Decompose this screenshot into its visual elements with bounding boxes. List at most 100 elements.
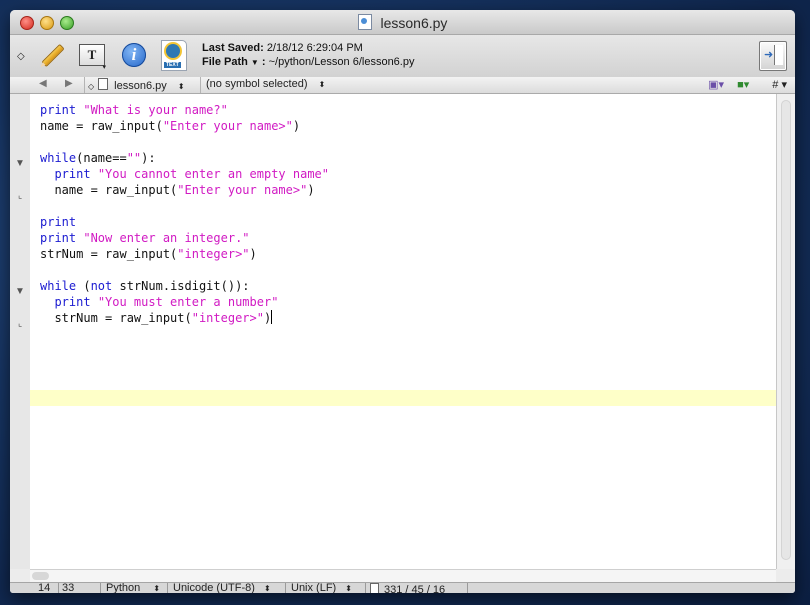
updown-arrow-icon: ⬍ <box>177 82 185 91</box>
title-bar: lesson6.py <box>10 10 795 35</box>
code-line[interactable]: name = raw_input("Enter your name>") <box>40 182 314 198</box>
vertical-scroll-thumb[interactable] <box>781 100 791 560</box>
string-token: "Enter your name>" <box>162 119 293 133</box>
encoding-label: Unicode (UTF-8) <box>173 582 255 594</box>
editor-window: lesson6.py ◇ T ▾ i Last Saved: 2/18/12 6… <box>10 10 795 593</box>
file-path-dropdown-icon[interactable]: ▼ <box>251 58 259 67</box>
last-saved-value: 2/18/12 6:29:04 PM <box>266 42 363 54</box>
back-arrow-icon[interactable]: ◀ <box>39 78 47 89</box>
text-document-icon <box>161 39 187 71</box>
document-menu-icon[interactable]: ◇ <box>17 51 25 62</box>
navigation-bar: ◀ ▶ ◇ lesson6.py ⬍ (no symbol selected) ⬍… <box>10 77 795 94</box>
code-line[interactable]: strNum = raw_input("integer>") <box>40 310 273 326</box>
string-token: "You cannot enter an empty name" <box>97 167 329 181</box>
vertical-scrollbar[interactable] <box>776 94 795 569</box>
counterpart-icon[interactable]: ■▾ <box>737 79 749 91</box>
code-editor[interactable]: print "What is your name?" name = raw_inp… <box>30 94 776 569</box>
text-cursor <box>271 310 273 324</box>
edit-pencil-button[interactable] <box>37 39 69 71</box>
line-number: 14 <box>38 582 51 594</box>
window-title: lesson6.py <box>10 14 795 31</box>
document-stats-value: 331 / 45 / 16 <box>384 584 446 594</box>
fold-open-icon[interactable]: ▼ <box>15 286 25 297</box>
code-line[interactable]: name = raw_input("Enter your name>") <box>40 118 300 134</box>
code-line[interactable]: while (not strNum.isdigit()): <box>40 278 250 294</box>
text-document-button[interactable] <box>158 39 190 71</box>
language-selector[interactable]: Python ⬍ <box>106 582 160 594</box>
string-token: "integer>" <box>191 311 264 325</box>
updown-arrow-icon: ⬍ <box>345 584 352 593</box>
updown-arrow-icon: ⬍ <box>318 80 326 89</box>
toolbar: ◇ T ▾ i Last Saved: 2/18/12 6:29:04 PM F… <box>10 35 795 78</box>
horizontal-scrollbar[interactable] <box>30 569 776 583</box>
horizontal-scroll-thumb[interactable] <box>32 572 49 580</box>
pencil-icon <box>42 44 64 66</box>
string-token: "" <box>126 151 142 165</box>
column-number: 33 <box>62 582 75 594</box>
nav-tools: ▣▾ ■▾ # ▾ <box>698 78 787 91</box>
gutter[interactable]: ▼ ⌞ ▼ ⌞ <box>10 94 31 569</box>
info-button[interactable]: i <box>118 39 150 71</box>
keyword-token: while <box>40 279 77 293</box>
encoding-selector[interactable]: Unicode (UTF-8) ⬍ <box>173 582 271 594</box>
status-divider <box>167 583 168 593</box>
string-token: "What is your name?" <box>83 103 228 117</box>
code-token: ) <box>263 311 272 325</box>
bookmark-menu-icon[interactable]: ▣▾ <box>708 79 724 91</box>
status-divider <box>285 583 286 593</box>
string-token: "Enter your name>" <box>177 183 308 197</box>
line-endings-selector[interactable]: Unix (LF) ⬍ <box>291 582 352 594</box>
file-path-label[interactable]: File Path <box>202 56 248 68</box>
fold-open-icon[interactable]: ▼ <box>15 158 25 169</box>
symbol-selector-label: (no symbol selected) <box>206 78 308 90</box>
file-selector[interactable]: ◇ lesson6.py ⬍ <box>88 78 185 92</box>
text-options-icon: T <box>79 44 105 66</box>
file-path-separator: : <box>261 56 266 68</box>
diamond-icon: ◇ <box>88 82 95 91</box>
fold-end-icon: ⌞ <box>18 190 23 200</box>
code-line[interactable]: print "Now enter an integer." <box>40 230 250 246</box>
keyword-token: print <box>40 103 77 117</box>
keyword-token: print <box>40 215 77 229</box>
current-line-highlight <box>30 390 776 406</box>
nav-divider <box>200 77 201 93</box>
symbol-selector[interactable]: (no symbol selected) ⬍ <box>206 78 325 90</box>
window-title-text: lesson6.py <box>380 15 448 31</box>
code-line[interactable]: while(name==""): <box>40 150 156 166</box>
keyword-token: print <box>40 295 91 309</box>
document-stats-icon <box>370 583 379 593</box>
forward-arrow-icon[interactable]: ▶ <box>65 78 73 89</box>
code-token: ( <box>76 279 91 293</box>
keyword-token: print <box>40 167 91 181</box>
nav-divider <box>84 77 85 93</box>
string-token: "You must enter a number" <box>97 295 279 309</box>
code-token: ) <box>292 119 301 133</box>
code-line[interactable]: print <box>40 214 76 230</box>
code-token: (name== <box>76 151 127 165</box>
fold-end-icon: ⌞ <box>18 318 23 328</box>
code-token: name = raw_input( <box>40 183 178 197</box>
last-saved-label: Last Saved: <box>202 42 264 54</box>
code-token: strNum = raw_input( <box>40 247 178 261</box>
code-token: name = raw_input( <box>40 119 163 133</box>
text-options-button[interactable]: T ▾ <box>76 39 108 71</box>
document-stats[interactable]: 331 / 45 / 16 <box>370 583 445 593</box>
language-label: Python <box>106 582 141 594</box>
file-selector-label: lesson6.py <box>114 80 167 92</box>
toggle-sidebar-button[interactable] <box>759 41 787 71</box>
code-line[interactable]: print "You cannot enter an empty name" <box>40 166 329 182</box>
line-endings-label: Unix (LF) <box>291 582 337 594</box>
info-icon: i <box>122 43 146 67</box>
status-bar: 14 33 Python ⬍ Unicode (UTF-8) ⬍ Unix (L… <box>10 582 795 593</box>
code-line[interactable]: print "What is your name?" <box>40 102 228 118</box>
python-file-icon <box>357 14 372 30</box>
code-line[interactable]: strNum = raw_input("integer>") <box>40 246 257 262</box>
code-token: strNum.isdigit()): <box>112 279 250 293</box>
keyword-token: while <box>40 151 77 165</box>
status-divider <box>58 583 59 593</box>
hash-menu[interactable]: # ▾ <box>762 79 787 91</box>
code-line[interactable]: print "You must enter a number" <box>40 294 278 310</box>
string-token: "Now enter an integer." <box>83 231 250 245</box>
